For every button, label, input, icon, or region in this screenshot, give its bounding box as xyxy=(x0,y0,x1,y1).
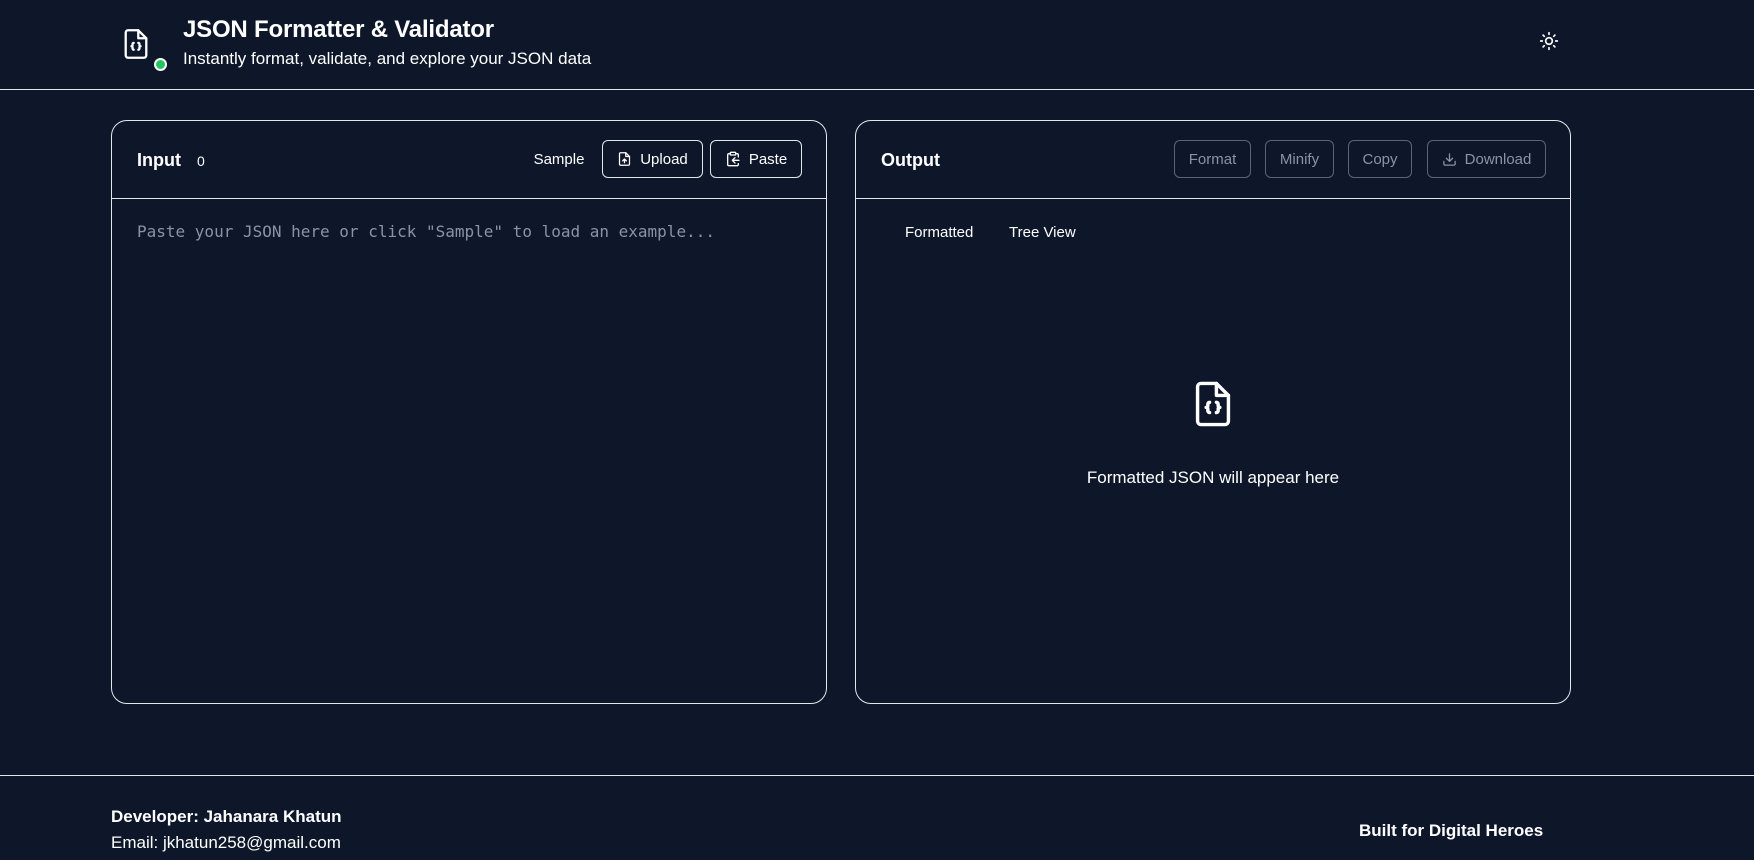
download-button-label: Download xyxy=(1464,150,1532,168)
page-subtitle: Instantly format, validate, and explore … xyxy=(183,49,592,68)
input-panel-header: Input 0 Sample Upload Paste xyxy=(112,121,826,199)
input-panel: Input 0 Sample Upload Paste xyxy=(111,120,827,704)
json-input[interactable] xyxy=(113,200,825,702)
output-panel: Output Format Minify Copy Download Forma… xyxy=(855,120,1571,704)
minify-button-label: Minify xyxy=(1279,150,1320,168)
sample-button[interactable]: Sample xyxy=(519,140,599,178)
paste-button-label: Paste xyxy=(748,150,788,168)
paste-button[interactable]: Paste xyxy=(710,140,802,178)
tab-tree-view[interactable]: Tree View xyxy=(1009,224,1076,241)
empty-state-message: Formatted JSON will appear here xyxy=(1086,468,1340,487)
copy-button-label: Copy xyxy=(1362,150,1398,168)
developer-email: Email: jkhatun258@gmail.com xyxy=(111,833,341,852)
copy-button[interactable]: Copy xyxy=(1348,140,1412,178)
format-button[interactable]: Format xyxy=(1174,140,1251,178)
app-logo xyxy=(118,24,167,71)
upload-button-label: Upload xyxy=(640,150,688,168)
char-count: 0 xyxy=(197,153,205,169)
output-panel-header: Output Format Minify Copy Download xyxy=(856,121,1570,199)
upload-button[interactable]: Upload xyxy=(602,140,703,178)
developer-name: Developer: Jahanara Khatun xyxy=(111,807,342,826)
status-indicator xyxy=(154,58,167,71)
output-title: Output xyxy=(881,150,940,170)
clipboard-paste-icon xyxy=(726,151,740,167)
built-for-text: Built for Digital Heroes xyxy=(1359,821,1544,840)
theme-toggle-button[interactable] xyxy=(1536,28,1562,54)
tab-formatted[interactable]: Formatted xyxy=(905,224,973,241)
file-upload-icon xyxy=(619,152,631,166)
page-title: JSON Formatter & Validator xyxy=(183,16,494,43)
format-button-label: Format xyxy=(1188,150,1237,168)
file-json-icon xyxy=(124,29,148,59)
app-header: JSON Formatter & Validator Instantly for… xyxy=(0,0,1754,90)
sun-icon xyxy=(1539,31,1559,51)
file-json-icon xyxy=(1195,381,1231,427)
download-icon xyxy=(1442,152,1456,166)
download-button[interactable]: Download xyxy=(1427,140,1546,178)
sample-button-label: Sample xyxy=(533,150,585,168)
app-footer: Developer: Jahanara Khatun Email: jkhatu… xyxy=(0,775,1754,860)
minify-button[interactable]: Minify xyxy=(1265,140,1334,178)
input-title: Input xyxy=(137,150,181,170)
